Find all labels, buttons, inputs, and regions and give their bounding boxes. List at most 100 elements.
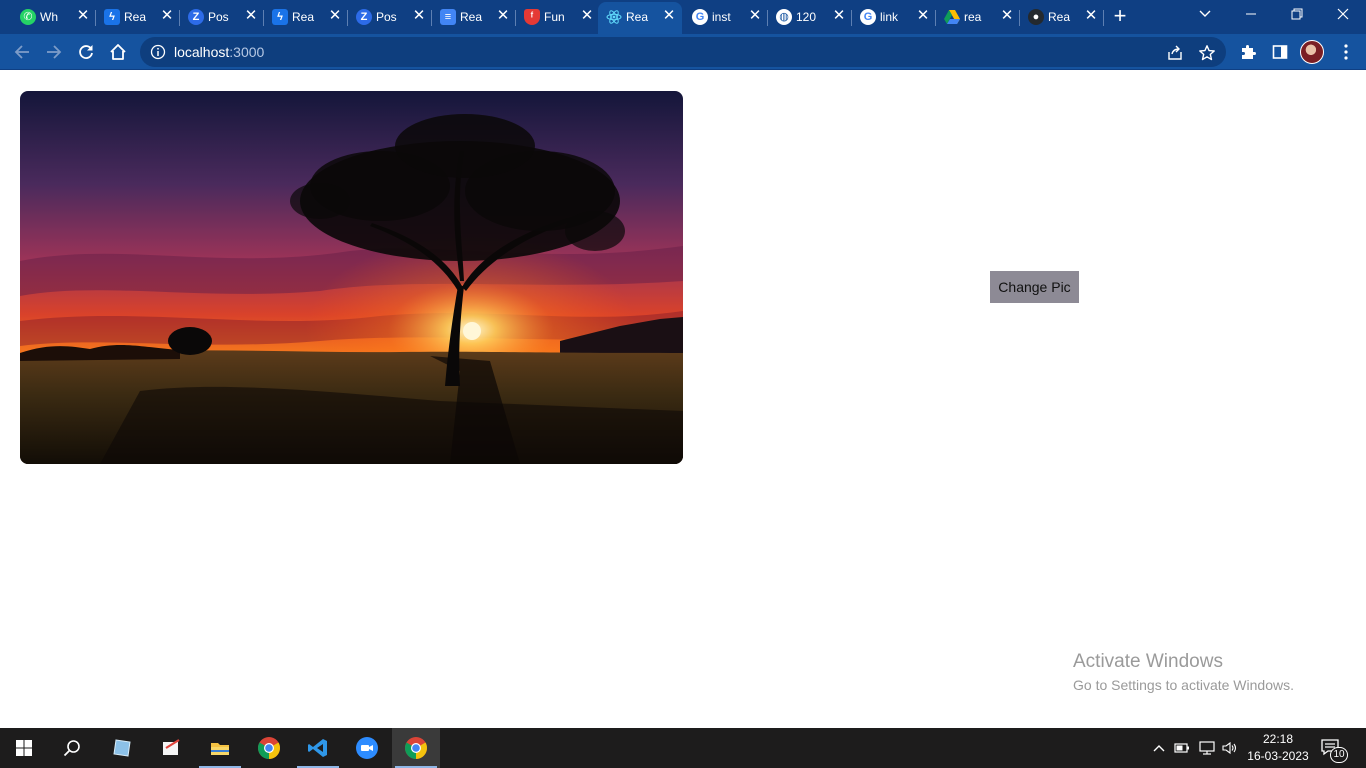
menu-kebab-icon[interactable] [1332,38,1360,66]
search-button[interactable] [48,728,96,768]
tab-react-active[interactable]: Rea ✕ [598,2,682,34]
side-panel-icon[interactable] [1266,38,1294,66]
close-icon[interactable]: ✕ [660,7,678,25]
tab-title: Rea [1048,10,1071,24]
browser-toolbar: localhost:3000 [0,34,1366,70]
watermark-title: Activate Windows [1073,651,1223,672]
close-icon[interactable]: ✕ [410,7,428,25]
tab-google-link[interactable]: G link ✕ [852,4,936,30]
drive-icon [944,9,960,25]
tab-title: Pos [376,10,397,24]
taskbar-app-zoom[interactable] [343,728,391,768]
close-icon[interactable]: ✕ [242,7,260,25]
tab-google-inst[interactable]: G inst ✕ [684,4,768,30]
close-icon[interactable]: ✕ [326,7,344,25]
vscode-icon [308,739,327,757]
google-icon: G [692,9,708,25]
tab-search-button[interactable] [1182,0,1228,30]
tab-title: rea [964,10,982,24]
url-host: localhost [174,44,230,60]
bookmark-star-icon[interactable] [1198,44,1216,62]
tab-strip: ✆ Wh ✕ ϟ Rea ✕ Z Pos ✕ ϟ Rea ✕ Z Pos ✕ ≡… [0,0,1366,34]
tab-title: Fun [544,10,565,24]
reload-button[interactable] [72,38,100,66]
show-hidden-icons-chevron-icon[interactable] [1151,740,1167,756]
shield-icon: ᶠ [524,9,540,25]
clock-date: 16-03-2023 [1247,749,1309,763]
tab-fun[interactable]: ᶠ Fun ✕ [516,4,600,30]
url-port: :3000 [229,44,265,60]
profile-avatar[interactable] [1300,40,1324,64]
google-icon: G [860,9,876,25]
volume-icon[interactable] [1222,740,1238,756]
tab-react-1[interactable]: ϟ Rea ✕ [96,4,180,30]
watermark-subtitle: Go to Settings to activate Windows. [1073,677,1294,693]
tab-drive[interactable]: rea ✕ [936,4,1020,30]
taskbar-app-chrome[interactable] [245,728,293,768]
windows-taskbar: 22:18 16-03-2023 10 [0,728,1366,768]
chrome-icon [258,737,280,759]
tab-post-2[interactable]: Z Pos ✕ [348,4,432,30]
taskbar-app-chrome-active[interactable] [392,728,440,768]
start-button[interactable] [0,728,48,768]
tab-title: inst [712,10,731,24]
extensions-puzzle-icon[interactable] [1234,38,1262,66]
notepad-icon [163,739,180,755]
close-icon[interactable]: ✕ [578,7,596,25]
tab-title: link [880,10,899,24]
tab-title: Rea [292,10,315,24]
battery-icon[interactable] [1174,740,1190,756]
close-icon[interactable]: ✕ [830,7,848,25]
share-icon[interactable] [1166,44,1184,62]
browser-window: ✆ Wh ✕ ϟ Rea ✕ Z Pos ✕ ϟ Rea ✕ Z Pos ✕ ≡… [0,0,1366,728]
system-clock[interactable]: 22:18 16-03-2023 [1244,731,1312,765]
page-content: Change Pic Activate Windows Go to Settin… [0,71,1366,728]
close-icon[interactable]: ✕ [746,7,764,25]
tab-react-2[interactable]: ϟ Rea ✕ [264,4,348,30]
tab-post-1[interactable]: Z Pos ✕ [180,4,264,30]
minimize-button[interactable] [1228,0,1274,30]
close-icon[interactable]: ✕ [998,7,1016,25]
zoom-icon [356,737,378,759]
close-icon[interactable]: ✕ [158,7,176,25]
taskbar-app-file-explorer[interactable] [196,728,244,768]
whatsapp-icon: ✆ [20,9,36,25]
zoho-icon: Z [356,9,372,25]
tab-title: Rea [460,10,483,24]
github-icon: ● [1028,9,1044,25]
network-icon[interactable] [1199,740,1215,756]
restore-button[interactable] [1274,0,1320,30]
home-button[interactable] [104,38,132,66]
react-icon [606,9,622,25]
clock-time: 22:18 [1262,732,1294,746]
chrome-icon [405,737,427,759]
change-pic-button[interactable]: Change Pic [990,271,1079,303]
close-icon[interactable]: ✕ [914,7,932,25]
address-bar[interactable]: localhost:3000 [140,37,1226,67]
notification-count-badge: 10 [1330,747,1348,763]
taskbar-app-notepad[interactable] [147,728,195,768]
tab-react-docs[interactable]: ≡ Rea ✕ [432,4,516,30]
taskbar-app-tablet[interactable] [98,728,146,768]
tab-120[interactable]: ◍ 120 ✕ [768,4,852,30]
search-icon [63,740,80,757]
taskbar-app-vscode[interactable] [294,728,342,768]
back-button[interactable] [8,38,36,66]
close-window-button[interactable] [1320,0,1366,30]
new-tab-button[interactable]: + [1108,5,1132,29]
sunset-tree-photo [20,91,683,464]
info-icon[interactable] [150,44,166,60]
bolt-icon: ϟ [104,9,120,25]
close-icon[interactable]: ✕ [1082,7,1100,25]
url-text: localhost:3000 [174,44,264,60]
close-icon[interactable]: ✕ [494,7,512,25]
close-icon[interactable]: ✕ [74,7,92,25]
forward-button[interactable] [40,38,68,66]
tab-separator [1103,10,1104,26]
folder-icon [211,743,229,755]
tab-whatsapp[interactable]: ✆ Wh ✕ [12,4,96,30]
tab-github[interactable]: ● Rea ✕ [1020,4,1104,30]
bolt-icon: ϟ [272,9,288,25]
windows-logo-icon [16,740,32,756]
tab-title: Wh [40,10,58,24]
